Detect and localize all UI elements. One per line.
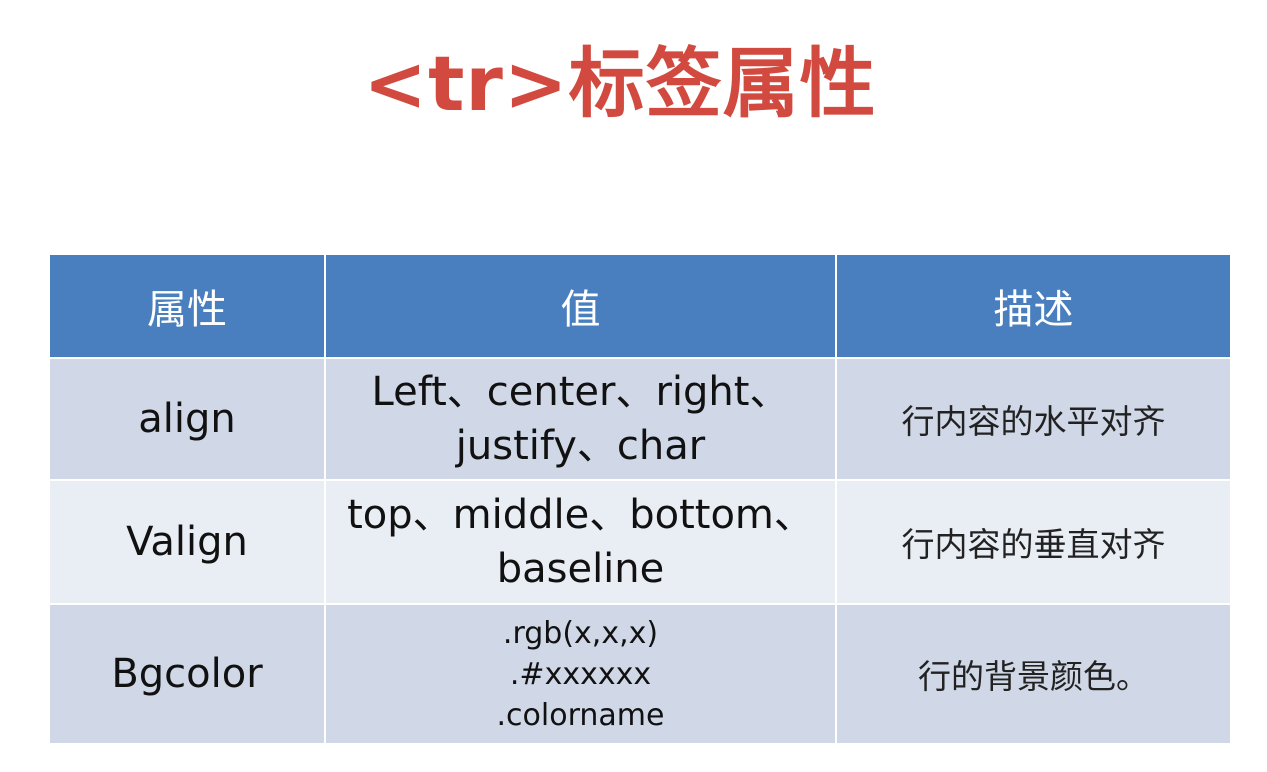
value-line: .rgb(x,x,x)	[502, 615, 659, 651]
table-header-row: 属性 值 描述	[48, 253, 1232, 359]
table-row: Valign top、middle、bottom、 baseline 行内容的垂…	[48, 479, 1232, 605]
value-line: baseline	[496, 546, 665, 592]
attr-desc-cell: 行内容的垂直对齐	[835, 479, 1232, 605]
value-line: .#xxxxxx	[509, 656, 652, 692]
attr-value-cell: .rgb(x,x,x) .#xxxxxx .colorname	[324, 603, 837, 745]
header-value: 值	[324, 253, 837, 359]
table-row: align Left、center、right、 justify、char 行内…	[48, 357, 1232, 481]
value-line: top、middle、bottom、	[347, 492, 814, 538]
attr-name-cell: Bgcolor	[48, 603, 326, 745]
value-line: justify、char	[455, 423, 706, 469]
table-row: Bgcolor .rgb(x,x,x) .#xxxxxx .colorname …	[48, 603, 1232, 745]
attr-desc-cell: 行内容的水平对齐	[835, 357, 1232, 481]
attr-desc-cell: 行的背景颜色。	[835, 603, 1232, 745]
attribute-table: 属性 值 描述 align Left、center、right、 justify…	[48, 253, 1232, 745]
attr-name-cell: align	[48, 357, 326, 481]
header-description: 描述	[835, 253, 1232, 359]
value-line: .colorname	[496, 697, 665, 733]
header-attribute: 属性	[48, 253, 326, 359]
attr-name-cell: Valign	[48, 479, 326, 605]
slide-title: <tr>标签属性	[363, 39, 877, 128]
value-line: Left、center、right、	[371, 369, 790, 415]
attr-value-cell: Left、center、right、 justify、char	[324, 357, 837, 481]
attr-value-cell: top、middle、bottom、 baseline	[324, 479, 837, 605]
